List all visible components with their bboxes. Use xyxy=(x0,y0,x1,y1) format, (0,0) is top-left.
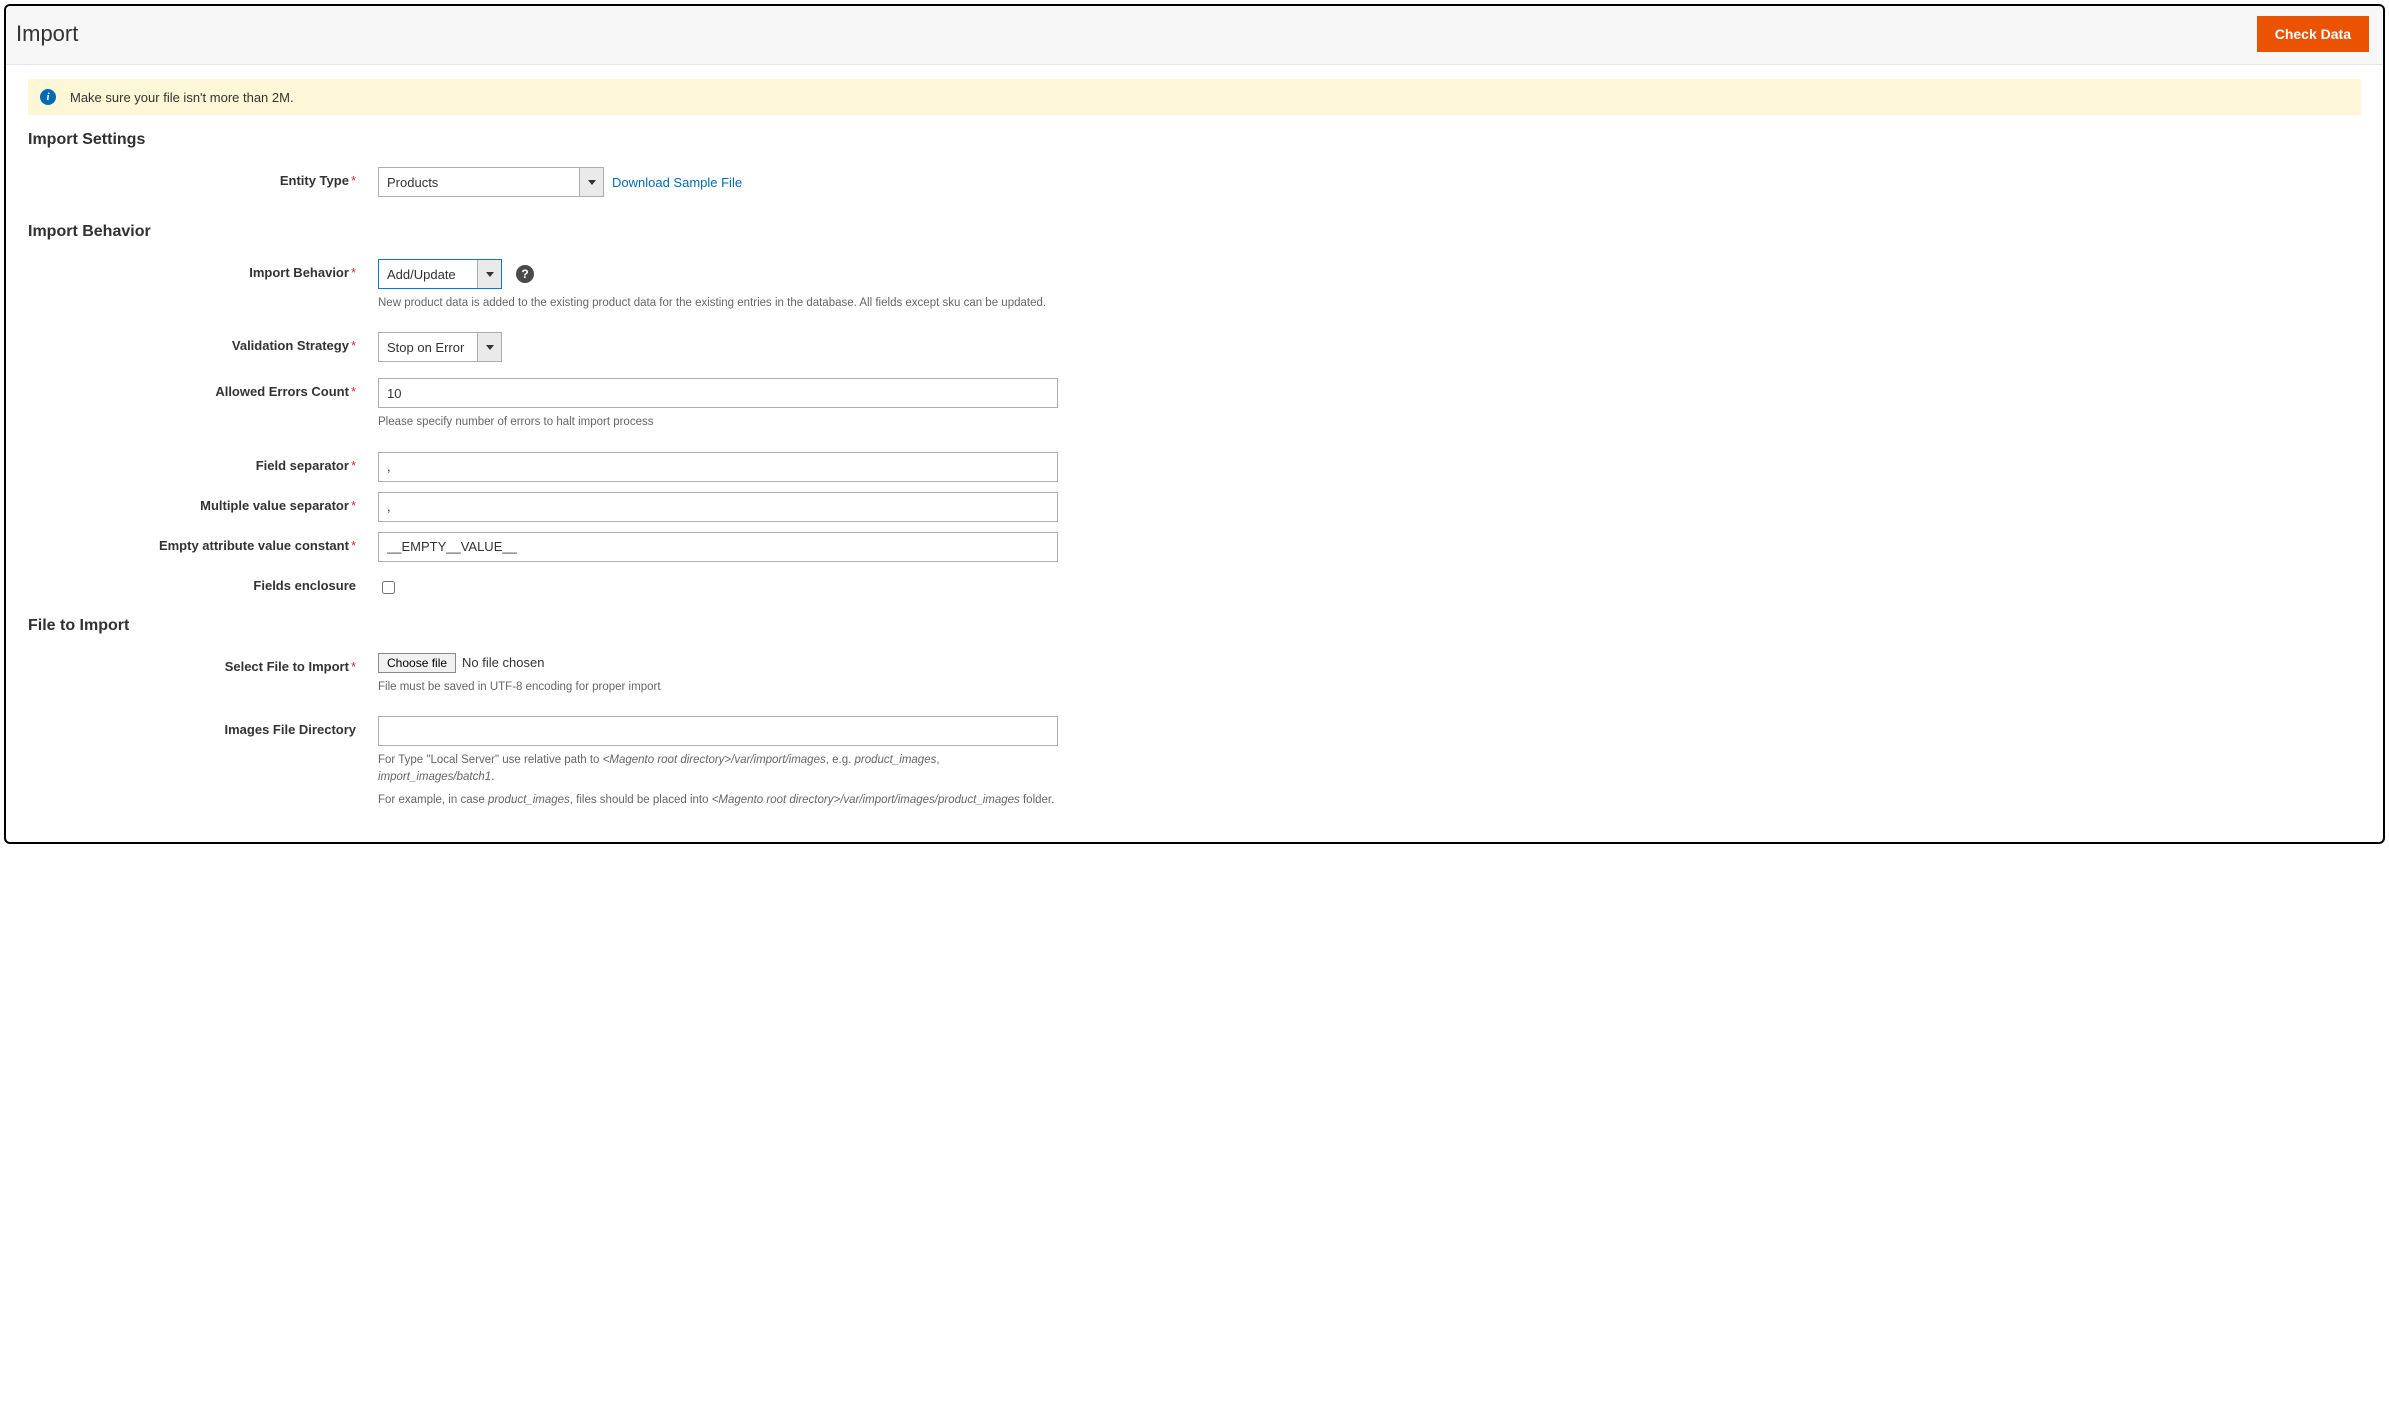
images-dir-note-2: For example, in case product_images, fil… xyxy=(378,792,1058,809)
file-to-import-heading: File to Import xyxy=(28,617,2361,635)
allowed-errors-note: Please specify number of errors to halt … xyxy=(378,414,1058,431)
select-file-note: File must be saved in UTF-8 encoding for… xyxy=(378,679,1058,696)
allowed-errors-label: Allowed Errors Count* xyxy=(28,378,378,399)
field-separator-label: Field separator* xyxy=(28,452,378,473)
images-dir-label: Images File Directory xyxy=(28,716,378,737)
empty-attribute-label: Empty attribute value constant* xyxy=(28,532,378,553)
check-data-button[interactable]: Check Data xyxy=(2257,16,2369,52)
images-dir-input[interactable] xyxy=(378,716,1058,746)
empty-attribute-input[interactable] xyxy=(378,532,1058,562)
help-icon[interactable]: ? xyxy=(516,265,534,283)
choose-file-button[interactable]: Choose file xyxy=(378,653,456,673)
entity-type-label: Entity Type* xyxy=(28,167,378,188)
info-message: i Make sure your file isn't more than 2M… xyxy=(28,79,2361,115)
multi-value-separator-label: Multiple value separator* xyxy=(28,492,378,513)
entity-type-select[interactable]: Products xyxy=(378,167,604,197)
import-settings-heading: Import Settings xyxy=(28,131,2361,149)
multi-value-separator-input[interactable] xyxy=(378,492,1058,522)
page-title: Import xyxy=(16,21,78,47)
allowed-errors-input[interactable] xyxy=(378,378,1058,408)
images-dir-note-1: For Type "Local Server" use relative pat… xyxy=(378,752,1058,787)
validation-strategy-label: Validation Strategy* xyxy=(28,332,378,353)
validation-strategy-select[interactable]: Stop on Error xyxy=(378,332,502,362)
field-separator-input[interactable] xyxy=(378,452,1058,482)
import-behavior-note: New product data is added to the existin… xyxy=(378,295,1058,312)
fields-enclosure-label: Fields enclosure xyxy=(28,572,378,593)
import-behavior-label: Import Behavior* xyxy=(28,259,378,280)
import-behavior-heading: Import Behavior xyxy=(28,223,2361,241)
fields-enclosure-checkbox[interactable] xyxy=(382,581,395,594)
page-header: Import Check Data xyxy=(6,6,2383,65)
import-behavior-select[interactable]: Add/Update xyxy=(378,259,502,289)
file-status: No file chosen xyxy=(462,655,544,670)
info-message-text: Make sure your file isn't more than 2M. xyxy=(70,90,294,105)
info-icon: i xyxy=(40,89,56,105)
select-file-label: Select File to Import* xyxy=(28,653,378,674)
download-sample-file-link[interactable]: Download Sample File xyxy=(612,175,742,190)
